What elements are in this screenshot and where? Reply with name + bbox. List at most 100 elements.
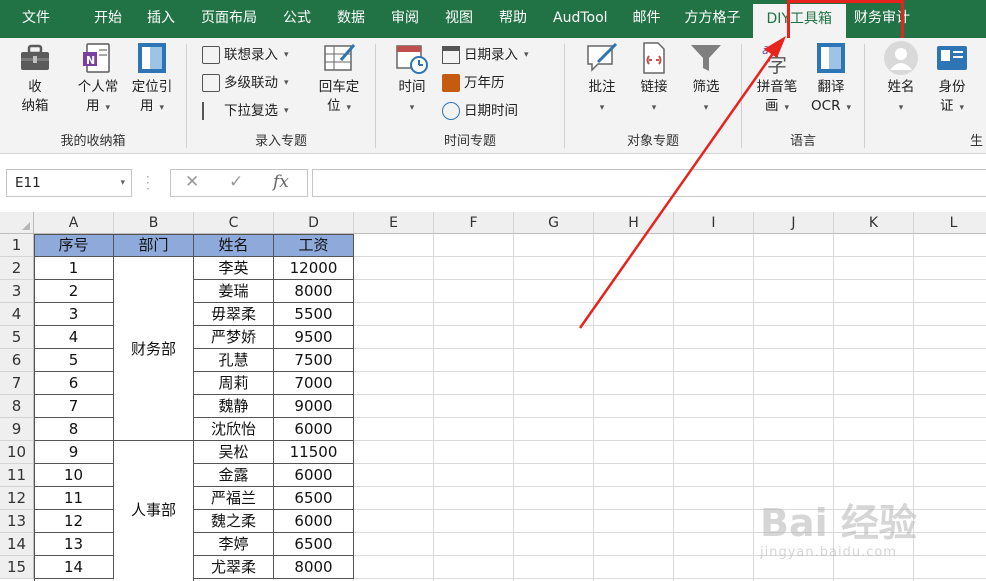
row-header-13[interactable]: 13: [0, 510, 34, 533]
confirm-icon[interactable]: ✓: [229, 172, 243, 192]
row-header-12[interactable]: 12: [0, 487, 34, 510]
tab-formulas[interactable]: 公式: [270, 0, 324, 38]
locate-reference-button[interactable]: 定位引 用 ▾: [126, 40, 178, 118]
column-header-d[interactable]: D: [274, 212, 354, 234]
table-cell-index[interactable]: 4: [34, 326, 114, 349]
id-card-button[interactable]: 身份 证 ▾: [930, 40, 974, 118]
table-cell-salary[interactable]: 7500: [274, 349, 354, 372]
table-cell-name[interactable]: 李英: [194, 257, 274, 280]
column-header-g[interactable]: G: [514, 212, 594, 234]
table-header-cell[interactable]: 部门: [114, 234, 194, 257]
name-box[interactable]: E11 ▾: [6, 169, 132, 197]
table-cell-index[interactable]: 13: [34, 533, 114, 556]
table-cell-salary[interactable]: 8000: [274, 280, 354, 303]
column-header-l[interactable]: L: [914, 212, 986, 234]
table-cell-index[interactable]: 3: [34, 303, 114, 326]
perpetual-calendar-button[interactable]: 万年历: [442, 72, 505, 94]
table-cell-name[interactable]: 严福兰: [194, 487, 274, 510]
table-cell-salary[interactable]: 6500: [274, 487, 354, 510]
table-cell-salary[interactable]: 5500: [274, 303, 354, 326]
row-header-10[interactable]: 10: [0, 441, 34, 464]
drag-handle-icon[interactable]: · · ·: [146, 171, 150, 195]
row-header-2[interactable]: 2: [0, 257, 34, 280]
table-cell-name[interactable]: 周莉: [194, 372, 274, 395]
column-header-k[interactable]: K: [834, 212, 914, 234]
column-header-a[interactable]: A: [34, 212, 114, 234]
table-cell-name[interactable]: 毋翠柔: [194, 303, 274, 326]
table-cell-name[interactable]: 魏之柔: [194, 510, 274, 533]
row-header-15[interactable]: 15: [0, 556, 34, 579]
row-header-3[interactable]: 3: [0, 280, 34, 303]
table-cell-index[interactable]: 2: [34, 280, 114, 303]
table-cell-index[interactable]: 5: [34, 349, 114, 372]
table-cell-index[interactable]: 10: [34, 464, 114, 487]
row-header-5[interactable]: 5: [0, 326, 34, 349]
row-header-4[interactable]: 4: [0, 303, 34, 326]
row-header-8[interactable]: 8: [0, 395, 34, 418]
table-cell-salary[interactable]: 6500: [274, 533, 354, 556]
table-cell-name[interactable]: 沈欣怡: [194, 418, 274, 441]
table-cell-index[interactable]: 11: [34, 487, 114, 510]
tab-diy-toolbox[interactable]: DIY工具箱: [752, 4, 846, 38]
table-cell-index[interactable]: 1: [34, 257, 114, 280]
comment-button[interactable]: 批注 ▾: [582, 40, 622, 118]
multilevel-link-button[interactable]: 多级联动 ▾: [202, 72, 289, 94]
column-header-f[interactable]: F: [434, 212, 514, 234]
column-header-c[interactable]: C: [194, 212, 274, 234]
table-cell-index[interactable]: 9: [34, 441, 114, 464]
table-cell-salary[interactable]: 6000: [274, 418, 354, 441]
column-header-j[interactable]: J: [754, 212, 834, 234]
table-cell-name[interactable]: 李婷: [194, 533, 274, 556]
table-header-cell[interactable]: 序号: [34, 234, 114, 257]
table-header-cell[interactable]: 工资: [274, 234, 354, 257]
row-header-9[interactable]: 9: [0, 418, 34, 441]
chevron-down-icon[interactable]: ▾: [120, 170, 125, 196]
tab-finance-audit[interactable]: 财务审计: [846, 0, 918, 38]
time-button[interactable]: 时间 ▾: [390, 40, 434, 118]
tab-fangfang[interactable]: 方方格子: [673, 0, 753, 38]
table-cell-salary[interactable]: 11500: [274, 441, 354, 464]
personal-common-button[interactable]: N 个人常 用 ▾: [72, 40, 124, 118]
tab-home[interactable]: 开始: [72, 0, 134, 38]
select-all-corner[interactable]: [0, 212, 34, 234]
table-cell-salary[interactable]: 9000: [274, 395, 354, 418]
row-header-1[interactable]: 1: [0, 234, 34, 257]
table-cell-name[interactable]: 魏静: [194, 395, 274, 418]
column-header-b[interactable]: B: [114, 212, 194, 234]
table-cell-salary[interactable]: 12000: [274, 257, 354, 280]
tab-view[interactable]: 视图: [432, 0, 486, 38]
formula-input[interactable]: [312, 169, 986, 197]
table-cell-salary[interactable]: 8000: [274, 556, 354, 579]
table-cell-salary[interactable]: 6000: [274, 510, 354, 533]
table-header-cell[interactable]: 姓名: [194, 234, 274, 257]
row-header-7[interactable]: 7: [0, 372, 34, 395]
column-header-e[interactable]: E: [354, 212, 434, 234]
filter-button[interactable]: 筛选 ▾: [686, 40, 726, 118]
table-cell-salary[interactable]: 7000: [274, 372, 354, 395]
tab-help[interactable]: 帮助: [486, 0, 540, 38]
column-header-h[interactable]: H: [594, 212, 674, 234]
tab-mail[interactable]: 邮件: [621, 0, 673, 38]
column-header-i[interactable]: I: [674, 212, 754, 234]
datetime-button[interactable]: 日期时间: [442, 100, 518, 122]
pinyin-stroke-button[interactable]: ā 字 拼音笔 画 ▾: [752, 40, 802, 118]
table-cell-salary[interactable]: 6000: [274, 464, 354, 487]
tab-page-layout[interactable]: 页面布局: [188, 0, 270, 38]
dropdown-multiselect-button[interactable]: 下拉复选 ▾: [202, 100, 289, 122]
row-header-14[interactable]: 14: [0, 533, 34, 556]
table-cell-index[interactable]: 14: [34, 556, 114, 579]
cancel-icon[interactable]: ✕: [185, 172, 199, 192]
table-cell-index[interactable]: 8: [34, 418, 114, 441]
table-cell-index[interactable]: 6: [34, 372, 114, 395]
table-cell-name[interactable]: 严梦娇: [194, 326, 274, 349]
table-cell-index[interactable]: 12: [34, 510, 114, 533]
enter-locate-button[interactable]: 回车定 位 ▾: [314, 40, 364, 118]
date-entry-button[interactable]: 日期录入 ▾: [442, 44, 529, 66]
table-cell-salary[interactable]: 9500: [274, 326, 354, 349]
link-button[interactable]: 链接 ▾: [634, 40, 674, 118]
tab-insert[interactable]: 插入: [134, 0, 188, 38]
tab-file[interactable]: 文件: [0, 0, 72, 38]
tab-audtool[interactable]: AudTool: [540, 0, 621, 38]
storage-box-button[interactable]: 收 纳箱: [12, 40, 58, 116]
translate-ocr-button[interactable]: 翻译 OCR ▾: [806, 40, 856, 118]
